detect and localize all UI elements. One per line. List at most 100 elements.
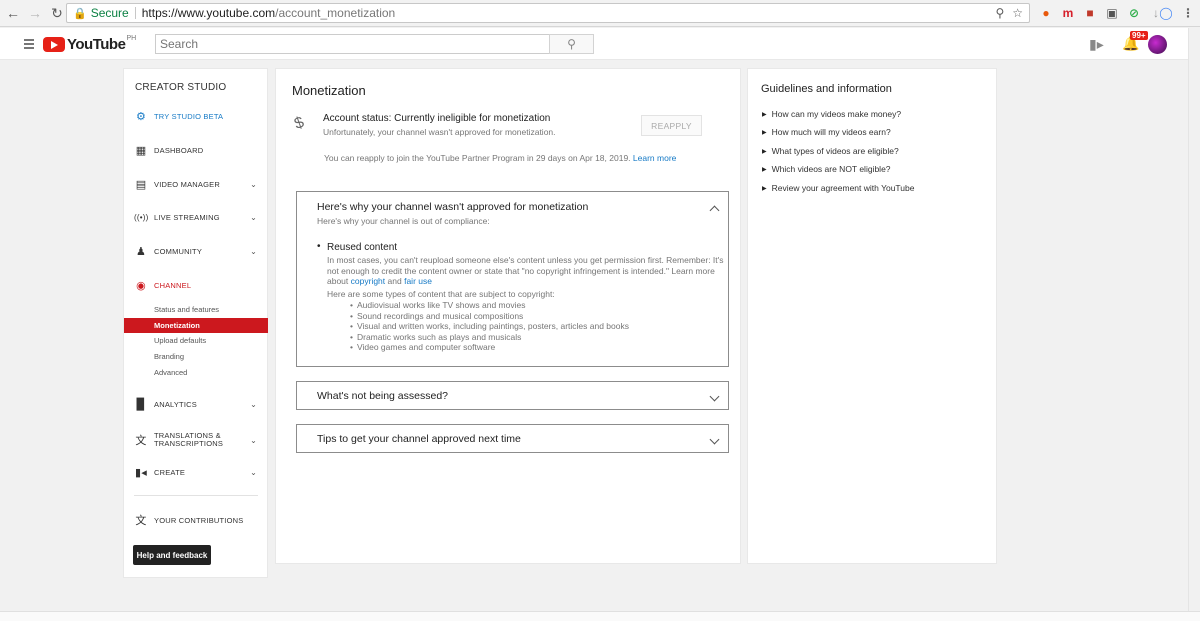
guideline-item[interactable]: ▶ How much will my videos earn?: [762, 127, 891, 137]
search-input[interactable]: [155, 34, 550, 54]
sidebar-item-label: COMMUNITY: [154, 246, 203, 256]
dashboard-icon: ▦: [135, 144, 147, 157]
channel-sub-monetization[interactable]: Monetization: [124, 318, 268, 333]
extension-green-circle-icon[interactable]: ⊘: [1126, 5, 1142, 21]
channel-user-icon: ◉: [136, 279, 146, 292]
sidebar-item-your-contributions[interactable]: 文 YOUR CONTRIBUTIONS: [124, 511, 267, 529]
guideline-item[interactable]: ▶ What types of videos are eligible?: [762, 146, 899, 156]
sidebar-item-label: VIDEO MANAGER: [154, 179, 220, 189]
sidebar-item-label: DASHBOARD: [154, 145, 204, 155]
sidebar-item-channel[interactable]: ◉ CHANNEL: [124, 276, 267, 294]
zoom-icon[interactable]: ⚲: [995, 6, 1004, 20]
and-text: and: [387, 276, 402, 286]
page-title: Monetization: [292, 83, 366, 98]
reapply-info: You can reapply to join the YouTube Part…: [324, 153, 676, 163]
extension-blue-circle-icon[interactable]: ◯: [1158, 5, 1174, 21]
chevron-down-icon: ⌄: [250, 399, 257, 409]
channel-sub-advanced[interactable]: Advanced: [124, 365, 268, 380]
tips-heading[interactable]: Tips to get your channel approved next t…: [317, 433, 521, 445]
video-manager-icon: ▤: [135, 178, 147, 191]
channel-sub-branding[interactable]: Branding: [124, 349, 268, 364]
help-feedback-button[interactable]: Help and feedback: [133, 545, 211, 565]
guideline-item-label: What types of videos are eligible?: [771, 146, 899, 156]
sidebar-item-analytics[interactable]: ▉ ANALYTICS ⌄: [124, 395, 267, 413]
triangle-right-icon: ▶: [762, 148, 767, 155]
sidebar-item-label: CHANNEL: [154, 280, 192, 290]
channel-sub-upload-defaults[interactable]: Upload defaults: [124, 333, 268, 348]
sidebar-item-translations[interactable]: 文 TRANSLATIONS & TRANSCRIPTIONS ⌄: [124, 429, 267, 451]
guideline-item-label: Review your agreement with YouTube: [771, 183, 915, 193]
not-assessed-accordion[interactable]: What's not being assessed?: [296, 381, 729, 410]
create-video-icon: ▮◂: [135, 466, 147, 479]
back-icon[interactable]: ←: [4, 4, 22, 22]
list-item: Dramatic works such as plays and musical…: [357, 332, 629, 343]
reapply-info-text: You can reapply to join the YouTube Part…: [324, 153, 631, 163]
sidebar-item-community[interactable]: ♟ COMMUNITY ⌄: [124, 242, 267, 260]
guideline-item[interactable]: ▶ Review your agreement with YouTube: [762, 183, 914, 193]
fair-use-link[interactable]: fair use: [404, 276, 432, 286]
guideline-item[interactable]: ▶ How can my videos make money?: [762, 109, 901, 119]
chevron-down-icon: ⌄: [250, 246, 257, 256]
extension-red-square-icon[interactable]: ■: [1082, 5, 1098, 21]
hamburger-menu-icon[interactable]: [24, 39, 34, 51]
reused-content-title: Reused content: [317, 241, 397, 253]
search-icon: ⚲: [567, 37, 576, 51]
learn-more-link[interactable]: Learn more: [633, 153, 676, 163]
extension-camera-icon[interactable]: ▣: [1104, 5, 1120, 21]
address-bar[interactable]: 🔒 Secure https://www.youtube.com/account…: [66, 3, 1030, 23]
browser-menu-icon[interactable]: ⋮: [1180, 5, 1196, 21]
chevron-down-icon[interactable]: [709, 434, 720, 445]
vertical-scrollbar[interactable]: [1188, 28, 1200, 611]
chevron-down-icon: ⌄: [250, 435, 257, 445]
horizontal-scrollbar[interactable]: [0, 611, 1200, 621]
copyright-types-list: Audiovisual works like TV shows and movi…: [357, 300, 629, 353]
triangle-right-icon: ▶: [762, 185, 767, 192]
chevron-down-icon: ⌄: [250, 179, 257, 189]
extension-shield-icon[interactable]: ●: [1038, 5, 1054, 21]
sidebar-title: CREATOR STUDIO: [135, 82, 227, 93]
sidebar-item-dashboard[interactable]: ▦ DASHBOARD: [124, 141, 267, 159]
sidebar-item-label-wrap: TRANSLATIONS & TRANSCRIPTIONS: [154, 432, 223, 448]
sidebar-item-label-line2: TRANSCRIPTIONS: [154, 439, 224, 448]
contributions-translate-icon: 文: [135, 515, 147, 527]
live-streaming-icon: ((•)): [134, 212, 149, 222]
chevron-down-icon[interactable]: [709, 391, 720, 402]
youtube-play-icon: [43, 37, 65, 52]
guideline-item-label: How much will my videos earn?: [771, 127, 891, 137]
reapply-button[interactable]: REAPPLY: [641, 115, 702, 136]
youtube-masthead: YouTube PH ⚲: [0, 28, 1188, 60]
copyright-link[interactable]: copyright: [351, 276, 386, 286]
upload-video-icon[interactable]: ▮▸: [1089, 36, 1104, 53]
secure-label: Secure: [90, 6, 129, 20]
channel-sub-status-features[interactable]: Status and features: [124, 302, 268, 317]
browser-toolbar: ← → ↻ 🔒 Secure https://www.youtube.com/a…: [0, 0, 1200, 27]
triangle-right-icon: ▶: [762, 129, 767, 136]
search-button[interactable]: ⚲: [549, 34, 594, 54]
account-status-sub: Unfortunately, your channel wasn't appro…: [323, 127, 556, 137]
region-code: PH: [126, 35, 137, 42]
chevron-up-icon[interactable]: [709, 205, 720, 216]
youtube-logo[interactable]: YouTube PH: [43, 35, 137, 53]
tips-accordion[interactable]: Tips to get your channel approved next t…: [296, 424, 729, 453]
sidebar-item-label: TRY STUDIO BETA: [154, 111, 224, 121]
bookmark-star-icon[interactable]: ☆: [1012, 6, 1023, 20]
guideline-item-label: Which videos are NOT eligible?: [771, 164, 891, 174]
reload-icon[interactable]: ↻: [48, 4, 66, 22]
list-item: Visual and written works, including pain…: [357, 321, 629, 332]
not-assessed-heading[interactable]: What's not being assessed?: [317, 390, 448, 402]
forward-icon[interactable]: →: [26, 4, 44, 22]
translate-icon: 文: [135, 435, 147, 447]
avatar[interactable]: [1148, 35, 1167, 54]
sidebar-item-label: ANALYTICS: [154, 399, 197, 409]
url-host: https://www.youtube.com: [141, 6, 276, 20]
sidebar-item-create[interactable]: ▮◂ CREATE ⌄: [124, 463, 267, 481]
list-item: Video games and computer software: [357, 342, 629, 353]
sidebar-item-live-streaming[interactable]: ((•)) LIVE STREAMING ⌄: [124, 208, 267, 226]
extension-m-icon[interactable]: m: [1060, 5, 1076, 21]
guidelines-panel: Guidelines and information ▶ How can my v…: [747, 68, 997, 564]
guideline-item[interactable]: ▶ Which videos are NOT eligible?: [762, 164, 891, 174]
sidebar-item-video-manager[interactable]: ▤ VIDEO MANAGER ⌄: [124, 175, 267, 193]
sidebar-item-try-studio-beta[interactable]: ⚙ TRY STUDIO BETA: [124, 107, 267, 125]
why-not-approved-heading[interactable]: Here's why your channel wasn't approved …: [317, 201, 588, 213]
chevron-down-icon: ⌄: [250, 467, 257, 477]
